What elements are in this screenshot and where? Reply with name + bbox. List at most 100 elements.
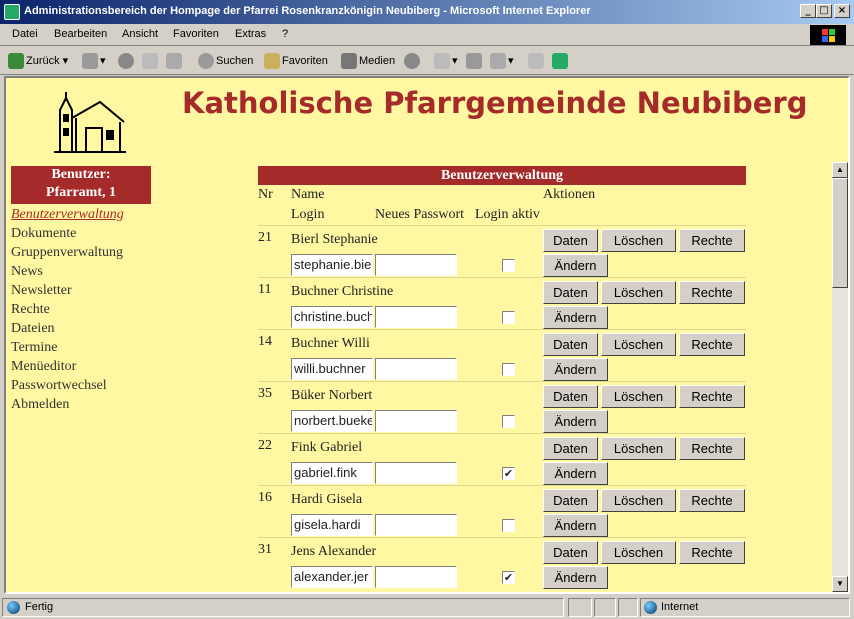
rechte-button[interactable]: Rechte <box>679 385 745 408</box>
user-name: Bierl Stephanie <box>291 232 378 247</box>
close-button[interactable]: × <box>834 4 850 18</box>
messenger-button[interactable] <box>552 53 570 69</box>
scroll-up-button[interactable]: ▲ <box>832 162 848 178</box>
rechte-button[interactable]: Rechte <box>679 229 745 252</box>
aendern-button[interactable]: Ändern <box>543 514 608 537</box>
menu-datei[interactable]: Datei <box>12 28 38 40</box>
user-name: Buchner Willi <box>291 336 370 351</box>
loeschen-button[interactable]: Löschen <box>601 437 676 460</box>
table-row: 14 Buchner Willi willi.buchner Daten Löschen… <box>258 329 746 381</box>
menu-help[interactable]: ? <box>282 28 288 40</box>
login-input[interactable]: norbert.bueke <box>291 410 373 432</box>
aendern-button[interactable]: Ändern <box>543 566 608 589</box>
nav-rechte[interactable]: Rechte <box>11 300 151 319</box>
rechte-button[interactable]: Rechte <box>679 333 745 356</box>
search-button[interactable]: Suchen <box>198 53 253 69</box>
aendern-button[interactable]: Ändern <box>543 358 608 381</box>
daten-button[interactable]: Daten <box>543 385 598 408</box>
menu-ansicht[interactable]: Ansicht <box>122 28 158 40</box>
menu-favoriten[interactable]: Favoriten <box>173 28 219 40</box>
nav-news[interactable]: News <box>11 262 151 281</box>
login-input[interactable]: gisela.hardi <box>291 514 373 536</box>
windows-logo-icon <box>810 25 846 45</box>
daten-button[interactable]: Daten <box>543 281 598 304</box>
login-active-checkbox[interactable] <box>502 519 515 532</box>
history-button[interactable] <box>404 53 422 69</box>
print-button[interactable] <box>466 53 484 69</box>
login-active-checkbox[interactable]: ✔ <box>502 467 515 480</box>
home-button[interactable] <box>166 53 184 69</box>
menu-bearbeiten[interactable]: Bearbeiten <box>54 28 107 40</box>
daten-button[interactable]: Daten <box>543 333 598 356</box>
menu-bar: Datei Bearbeiten Ansicht Favoriten Extra… <box>0 24 854 46</box>
login-active-checkbox[interactable] <box>502 259 515 272</box>
menu-extras[interactable]: Extras <box>235 28 266 40</box>
new-password-input[interactable] <box>375 358 457 380</box>
nav-dokumente[interactable]: Dokumente <box>11 224 151 243</box>
sidebar-nav: Benutzerverwaltung Dokumente Gruppenverw… <box>11 205 151 414</box>
nav-termine[interactable]: Termine <box>11 338 151 357</box>
vertical-scrollbar[interactable]: ▲ ▼ <box>832 162 848 592</box>
back-button[interactable]: Zurück ▾ <box>8 53 68 69</box>
table-header-row-1: Nr Name Aktionen <box>258 185 746 205</box>
stop-button[interactable] <box>118 53 136 69</box>
minimize-button[interactable]: _ <box>800 4 816 18</box>
nav-menueeditor[interactable]: Menüeditor <box>11 357 151 376</box>
aendern-button[interactable]: Ändern <box>543 462 608 485</box>
nav-newsletter[interactable]: Newsletter <box>11 281 151 300</box>
daten-button[interactable]: Daten <box>543 489 598 512</box>
maximize-button[interactable]: □ <box>816 4 832 18</box>
login-input[interactable]: christine.buch <box>291 306 373 328</box>
rechte-button[interactable]: Rechte <box>679 437 745 460</box>
media-button[interactable]: Medien <box>341 53 395 69</box>
zone-label: Internet <box>661 601 699 613</box>
login-input[interactable]: alexander.jer <box>291 566 373 588</box>
loeschen-button[interactable]: Löschen <box>601 333 676 356</box>
loeschen-button[interactable]: Löschen <box>601 541 676 564</box>
scroll-thumb[interactable] <box>832 178 848 288</box>
loeschen-button[interactable]: Löschen <box>601 229 676 252</box>
loeschen-button[interactable]: Löschen <box>601 385 676 408</box>
loeschen-button[interactable]: Löschen <box>601 281 676 304</box>
login-input[interactable]: gabriel.fink <box>291 462 373 484</box>
new-password-input[interactable] <box>375 254 457 276</box>
window-title: Administrationsbereich der Hompage der P… <box>24 5 591 17</box>
aendern-button[interactable]: Ändern <box>543 410 608 433</box>
new-password-input[interactable] <box>375 566 457 588</box>
daten-button[interactable]: Daten <box>543 229 598 252</box>
aendern-button[interactable]: Ändern <box>543 306 608 329</box>
refresh-button[interactable] <box>142 53 160 69</box>
nav-passwortwechsel[interactable]: Passwortwechsel <box>11 376 151 395</box>
loeschen-button[interactable]: Löschen <box>601 489 676 512</box>
status-bar: Fertig Internet <box>0 596 854 619</box>
aendern-button[interactable]: Ändern <box>543 254 608 277</box>
login-active-checkbox[interactable] <box>502 415 515 428</box>
new-password-input[interactable] <box>375 514 457 536</box>
new-password-input[interactable] <box>375 410 457 432</box>
edit-button[interactable]: ▾ <box>490 53 514 69</box>
daten-button[interactable]: Daten <box>543 541 598 564</box>
nav-benutzerverwaltung[interactable]: Benutzerverwaltung <box>11 205 151 224</box>
discuss-button[interactable] <box>528 53 546 69</box>
daten-button[interactable]: Daten <box>543 437 598 460</box>
forward-button[interactable]: ▾ <box>82 53 106 69</box>
login-active-checkbox[interactable] <box>502 363 515 376</box>
rechte-button[interactable]: Rechte <box>679 541 745 564</box>
nav-abmelden[interactable]: Abmelden <box>11 395 151 414</box>
mail-button[interactable]: ▾ <box>434 53 458 69</box>
header-name: Name <box>291 187 325 202</box>
favorites-button[interactable]: Favoriten <box>264 53 328 69</box>
login-active-checkbox[interactable] <box>502 311 515 324</box>
rechte-button[interactable]: Rechte <box>679 489 745 512</box>
new-password-input[interactable] <box>375 462 457 484</box>
new-password-input[interactable] <box>375 306 457 328</box>
media-icon <box>341 53 357 69</box>
login-input[interactable]: willi.buchner <box>291 358 373 380</box>
nav-gruppenverwaltung[interactable]: Gruppenverwaltung <box>11 243 151 262</box>
nav-dateien[interactable]: Dateien <box>11 319 151 338</box>
rechte-button[interactable]: Rechte <box>679 281 745 304</box>
login-active-checkbox[interactable]: ✔ <box>502 571 515 584</box>
user-nr: 16 <box>258 490 272 505</box>
login-input[interactable]: stephanie.bie <box>291 254 373 276</box>
scroll-down-button[interactable]: ▼ <box>832 576 848 592</box>
